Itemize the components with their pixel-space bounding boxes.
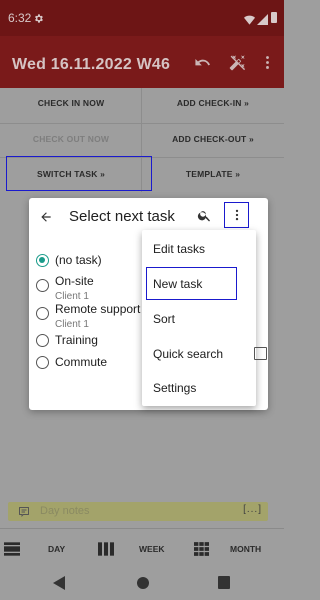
week-view-icon [98,542,114,561]
task-label: On-site Client 1 [55,274,94,302]
tab-week[interactable]: WEEK [139,529,165,569]
task-client: Client 1 [55,319,89,330]
notes-expand-button[interactable]: [...] [243,504,262,515]
month-view-icon [194,542,209,561]
radio[interactable] [36,334,49,347]
radio[interactable] [36,356,49,369]
bottom-tab-bar: DAY WEEK MONTH [0,528,284,568]
back-arrow-icon[interactable] [39,210,53,229]
status-time: 6:32 [8,11,32,25]
notes-placeholder: Day notes [40,505,90,517]
task-name: Remote support [55,302,141,316]
page-title: Wed 16.11.2022 W46 [12,56,171,73]
task-option-commute[interactable]: Commute [36,355,107,369]
tab-day[interactable]: DAY [48,529,65,569]
day-view-icon [4,542,20,561]
task-label: Commute [55,355,108,369]
overflow-menu-icon[interactable] [259,54,276,76]
auto-fix-icon[interactable] [229,54,246,76]
comment-icon [18,505,30,523]
home-nav-icon[interactable] [136,576,150,595]
more-button-highlight [224,202,249,228]
quick-search-checkbox[interactable] [254,347,267,360]
radio-selected[interactable] [36,254,49,267]
new-task-highlight [146,267,237,300]
recents-nav-icon[interactable] [218,576,230,594]
task-label: Remote support Client 1 [55,302,140,330]
system-nav-bar [0,568,284,600]
battery-icon [271,12,277,23]
undo-icon[interactable] [194,54,211,76]
menu-item-sort[interactable]: Sort [153,312,175,326]
dialog-title: Select next task [69,208,175,225]
wifi-icon [244,12,255,30]
tab-month[interactable]: MONTH [230,529,261,569]
add-check-in-button[interactable]: ADD CHECK-IN » [142,88,284,117]
task-label: (no task) [55,253,102,267]
add-check-out-button[interactable]: ADD CHECK-OUT » [142,124,284,153]
status-bar: 6:32 [0,0,284,36]
menu-item-edit-tasks[interactable]: Edit tasks [153,242,205,256]
task-label: Training [55,333,98,347]
radio[interactable] [36,307,49,320]
search-icon[interactable] [197,208,212,228]
overflow-menu: Edit tasks New task Sort Quick search Se… [142,230,267,406]
task-name: On-site [55,274,94,288]
task-option-remote-support[interactable]: Remote support Client 1 [36,302,140,330]
signal-icon [257,12,268,30]
switch-task-highlight [6,156,152,191]
app-bar: Wed 16.11.2022 W46 [0,36,284,88]
settings-gear-icon [33,11,44,29]
check-in-now-button[interactable]: CHECK IN NOW [0,88,142,117]
task-option-no-task[interactable]: (no task) [36,253,102,267]
radio[interactable] [36,279,49,292]
back-nav-icon[interactable] [53,576,65,595]
task-option-training[interactable]: Training [36,333,98,347]
check-out-now-button[interactable]: CHECK OUT NOW [0,124,142,153]
task-option-on-site[interactable]: On-site Client 1 [36,274,94,302]
template-button[interactable]: TEMPLATE » [142,159,284,188]
task-client: Client 1 [55,291,89,302]
day-notes-field[interactable]: Day notes [...] [8,502,268,521]
menu-item-quick-search[interactable]: Quick search [153,347,223,361]
menu-item-settings[interactable]: Settings [153,381,196,395]
